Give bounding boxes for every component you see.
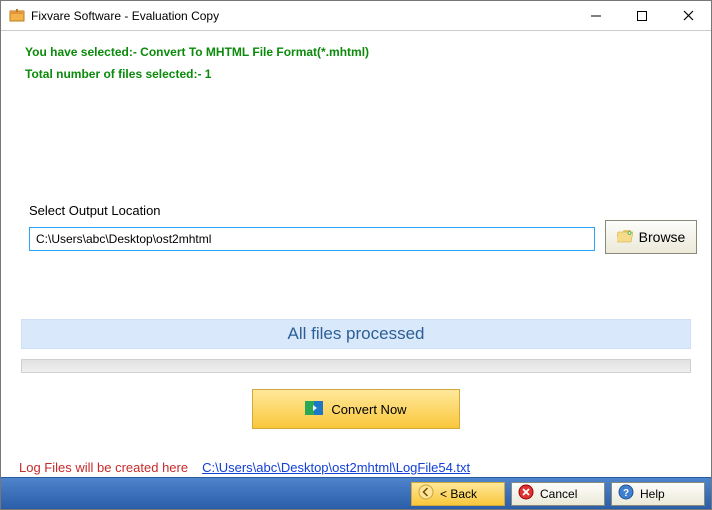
convert-area: Convert Now: [1, 389, 711, 439]
minimize-button[interactable]: [573, 1, 619, 30]
titlebar: Fixvare Software - Evaluation Copy: [1, 1, 711, 31]
window-title: Fixvare Software - Evaluation Copy: [31, 9, 573, 23]
help-button-label: Help: [640, 487, 665, 501]
cancel-icon: [518, 484, 534, 503]
window-controls: [573, 1, 711, 30]
file-count-message: Total number of files selected:- 1: [25, 67, 701, 81]
cancel-button-label: Cancel: [540, 487, 577, 501]
output-location-label: Select Output Location: [29, 203, 161, 218]
browse-button-label: Browse: [639, 229, 686, 245]
convert-now-button[interactable]: Convert Now: [252, 389, 460, 429]
command-bar: < Back Cancel ? Help: [1, 477, 711, 509]
output-row: Browse: [29, 224, 697, 254]
log-label: Log Files will be created here: [19, 460, 188, 475]
svg-text:?: ?: [623, 488, 629, 499]
back-button-label: < Back: [440, 487, 477, 501]
app-icon: [9, 8, 25, 24]
help-button[interactable]: ? Help: [611, 482, 705, 506]
progress-bar: [21, 359, 691, 373]
close-button[interactable]: [665, 1, 711, 30]
help-icon: ?: [618, 484, 634, 503]
convert-icon: [305, 399, 323, 420]
browse-button[interactable]: Browse: [605, 220, 697, 254]
back-arrow-icon: [418, 484, 434, 503]
selected-format-message: You have selected:- Convert To MHTML Fil…: [25, 45, 701, 59]
status-text: All files processed: [287, 324, 424, 344]
app-window: Fixvare Software - Evaluation Copy You h…: [0, 0, 712, 510]
maximize-button[interactable]: [619, 1, 665, 30]
log-row: Log Files will be created here C:\Users\…: [19, 460, 470, 475]
content-area: You have selected:- Convert To MHTML Fil…: [1, 31, 711, 477]
convert-button-label: Convert Now: [331, 402, 406, 417]
status-banner: All files processed: [21, 319, 691, 349]
log-file-link[interactable]: C:\Users\abc\Desktop\ost2mhtml\LogFile54…: [202, 460, 470, 475]
output-path-input[interactable]: [29, 227, 595, 251]
cancel-button[interactable]: Cancel: [511, 482, 605, 506]
back-button[interactable]: < Back: [411, 482, 505, 506]
folder-icon: [617, 229, 635, 246]
